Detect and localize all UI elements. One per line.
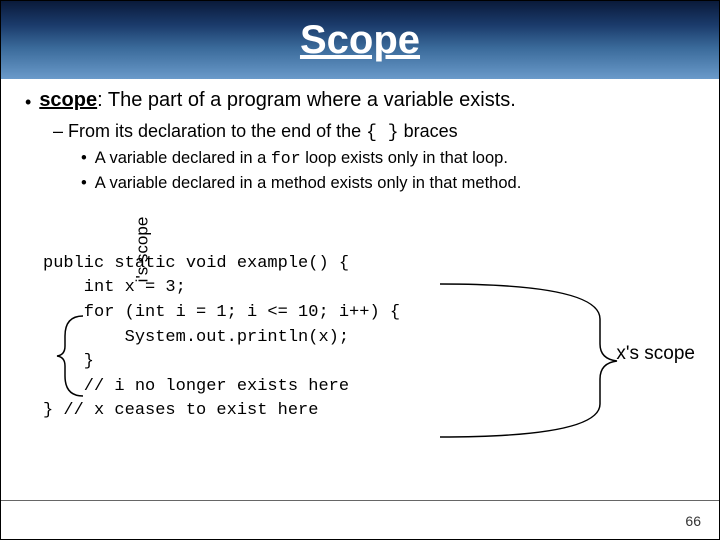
dash-prefix: – From its declaration to the end of the (53, 121, 366, 141)
i-scope-bracket-icon (53, 311, 93, 401)
code-line-7: } // x ceases to exist here (43, 401, 318, 420)
term-scope: scope (39, 89, 97, 111)
footer-divider (1, 500, 719, 501)
definition-text: : The part of a program where a variable… (97, 89, 516, 111)
dash-suffix: braces (399, 121, 458, 141)
dash-line: – From its declaration to the end of the… (53, 121, 695, 143)
sub1-a: A variable declared in a (95, 149, 271, 167)
x-scope-bracket-icon (435, 279, 625, 444)
sub-bullet-method: • A variable declared in a method exists… (81, 174, 695, 193)
bullet-dot: • (81, 149, 87, 168)
title-banner: Scope (1, 1, 719, 79)
sub-bullet-for-loop: • A variable declared in a for loop exis… (81, 149, 695, 168)
bullet-text: scope: The part of a program where a var… (39, 89, 516, 115)
code-line-1: public static void example() { (43, 254, 349, 273)
code-line-3: for (int i = 1; i <= 10; i++) { (43, 303, 400, 322)
bullet-scope-definition: • scope: The part of a program where a v… (25, 89, 695, 115)
bullet-dot: • (25, 89, 31, 115)
code-line-2: int x = 3; (43, 278, 186, 297)
for-code: for (271, 149, 301, 168)
sub2-text: A variable declared in a method exists o… (95, 174, 522, 193)
page-number: 66 (685, 513, 701, 529)
i-scope-label: i's scope (131, 217, 156, 283)
x-scope-label: x's scope (616, 343, 695, 365)
bullet-dot: • (81, 174, 87, 193)
braces-code: { } (366, 123, 398, 143)
slide-title: Scope (300, 18, 420, 63)
sub-bullet-text: A variable declared in a for loop exists… (95, 149, 508, 168)
sub1-b: loop exists only in that loop. (301, 149, 508, 167)
